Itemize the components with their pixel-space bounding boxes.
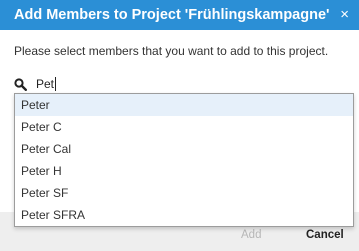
suggestion-item[interactable]: Peter Cal	[15, 138, 353, 160]
text-cursor	[55, 77, 56, 91]
close-icon[interactable]: ×	[340, 6, 349, 24]
suggestion-item[interactable]: Peter SF	[15, 182, 353, 204]
search-icon	[14, 77, 28, 91]
member-search	[14, 76, 186, 92]
suggestion-item[interactable]: Peter H	[15, 160, 353, 182]
dialog-header: Add Members to Project 'Frühlingskampagn…	[0, 0, 359, 30]
cancel-button[interactable]: Cancel	[306, 229, 344, 241]
suggestion-item[interactable]: Peter	[15, 94, 353, 116]
search-input[interactable]	[36, 77, 186, 91]
suggestion-item[interactable]: Peter C	[15, 116, 353, 138]
suggestion-item[interactable]: Peter SFRA	[15, 204, 353, 226]
suggestion-dropdown: Peter Peter C Peter Cal Peter H Peter SF…	[14, 93, 354, 227]
add-button[interactable]: Add	[241, 229, 261, 241]
dialog-title: Add Members to Project 'Frühlingskampagn…	[14, 7, 330, 23]
instructions-text: Please select members that you want to a…	[14, 44, 329, 58]
